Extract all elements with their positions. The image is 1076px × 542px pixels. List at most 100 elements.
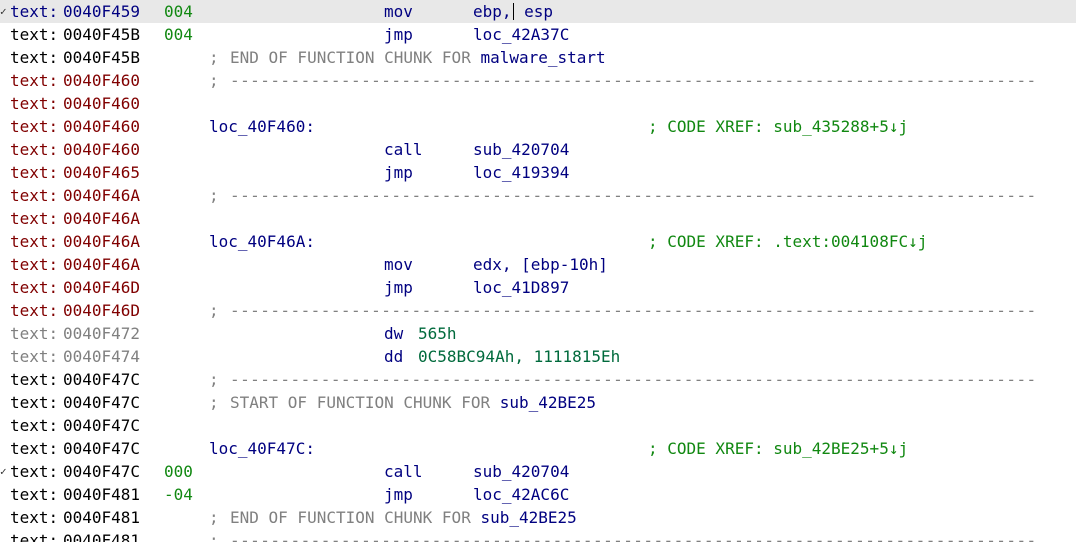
instruction-mnemonic[interactable]: mov	[384, 253, 413, 276]
line-address[interactable]: 0040F46D	[63, 276, 140, 299]
line-address[interactable]: 0040F45B	[63, 46, 140, 69]
listing-line[interactable]: text: 0040F46A	[0, 207, 1076, 230]
listing-line[interactable]: ✓ text: 0040F47C 000 call sub_420704	[0, 460, 1076, 483]
segment-name: text:	[10, 531, 59, 542]
instruction-operands[interactable]: sub_420704	[473, 460, 569, 483]
separator-line: ----------------------------------------…	[230, 370, 1037, 389]
line-address[interactable]: 0040F460	[63, 115, 140, 138]
instruction-mnemonic[interactable]: dw	[384, 322, 403, 345]
data-operands[interactable]: 0C58BC94Ah, 1111815Eh	[418, 345, 620, 368]
segment-name: text:	[10, 2, 59, 21]
instruction-mnemonic[interactable]: jmp	[384, 483, 413, 506]
comment-marker: ;	[209, 186, 219, 205]
line-address[interactable]: 0040F460	[63, 138, 140, 161]
function-name-link[interactable]: sub_42BE25	[500, 393, 596, 412]
segment-name: text:	[10, 439, 59, 458]
listing-line[interactable]: text: 0040F47C; --------------------------…	[0, 368, 1076, 391]
instruction-operands[interactable]: edx, [ebp-10h]	[473, 253, 608, 276]
segment-name: text:	[10, 301, 59, 320]
line-address[interactable]: 0040F46A	[63, 253, 140, 276]
line-address[interactable]: 0040F465	[63, 161, 140, 184]
listing-line[interactable]: text: 0040F46D jmp loc_41D897	[0, 276, 1076, 299]
code-xref-comment[interactable]: ; CODE XREF: sub_42BE25+5↓j	[648, 437, 908, 460]
instruction-mnemonic[interactable]: jmp	[384, 23, 413, 46]
instruction-mnemonic[interactable]: jmp	[384, 161, 413, 184]
line-address[interactable]: 0040F47C	[63, 460, 140, 483]
comment-marker: ;	[209, 301, 219, 320]
listing-line[interactable]: text: 0040F47C loc_40F47C: ; CODE XREF: sub…	[0, 437, 1076, 460]
code-xref-comment[interactable]: ; CODE XREF: .text:004108FC↓j	[648, 230, 927, 253]
segment-name: text:	[10, 393, 59, 412]
line-address[interactable]: 0040F46D	[63, 299, 140, 322]
disassembly-listing[interactable]: ✓ text: 0040F459 004 mov ebp, esp text: 0040F45…	[0, 0, 1076, 542]
segment-name: text:	[10, 163, 59, 182]
line-address[interactable]: 0040F47C	[63, 437, 140, 460]
operand-text[interactable]: esp	[515, 2, 553, 21]
listing-line[interactable]: text: 0040F47C; START OF FUNCTION CHUNK FO…	[0, 391, 1076, 414]
instruction-mnemonic[interactable]: mov	[384, 0, 413, 23]
listing-line[interactable]: text: 0040F465 jmp loc_419394	[0, 161, 1076, 184]
function-name-link[interactable]: sub_42BE25	[480, 508, 576, 527]
line-address[interactable]: 0040F47C	[63, 391, 140, 414]
listing-line[interactable]: text: 0040F472 dw 565h	[0, 322, 1076, 345]
line-address[interactable]: 0040F46A	[63, 230, 140, 253]
line-address[interactable]: 0040F460	[63, 92, 140, 115]
listing-line[interactable]: text: 0040F46A loc_40F46A: ; CODE XREF: .te…	[0, 230, 1076, 253]
listing-line[interactable]: text: 0040F45B; END OF FUNCTION CHUNK FOR …	[0, 46, 1076, 69]
instruction-mnemonic[interactable]: call	[384, 138, 423, 161]
instruction-operands[interactable]: sub_420704	[473, 138, 569, 161]
instruction-operands[interactable]: ebp, esp	[473, 0, 553, 23]
line-address[interactable]: 0040F45B	[63, 23, 140, 46]
line-address[interactable]: 0040F474	[63, 345, 140, 368]
segment-name: text:	[10, 324, 59, 343]
code-xref-comment[interactable]: ; CODE XREF: sub_435288+5↓j	[648, 115, 908, 138]
line-address[interactable]: 0040F460	[63, 69, 140, 92]
listing-line[interactable]: text: 0040F474 dd 0C58BC94Ah, 1111815Eh	[0, 345, 1076, 368]
instruction-mnemonic[interactable]: dd	[384, 345, 403, 368]
segment-name: text:	[10, 94, 59, 113]
line-address[interactable]: 0040F481	[63, 529, 140, 542]
function-name-link[interactable]: malware_start	[480, 48, 605, 67]
listing-line[interactable]: text: 0040F481 -04 jmp loc_42AC6C	[0, 483, 1076, 506]
line-address[interactable]: 0040F46A	[63, 207, 140, 230]
listing-line[interactable]: text: 0040F47C	[0, 414, 1076, 437]
instruction-operands[interactable]: loc_42A37C	[473, 23, 569, 46]
listing-line[interactable]: text: 0040F460 loc_40F460: ; CODE XREF: sub…	[0, 115, 1076, 138]
line-address[interactable]: 0040F481	[63, 483, 140, 506]
operand-text[interactable]: ebp,	[473, 2, 512, 21]
comment-text: END OF FUNCTION CHUNK FOR	[230, 48, 481, 67]
instruction-operands[interactable]: loc_42AC6C	[473, 483, 569, 506]
segment-name: text:	[10, 117, 59, 136]
listing-line[interactable]: text: 0040F481; --------------------------…	[0, 529, 1076, 542]
check-mark-icon: ✓	[0, 465, 7, 478]
instruction-mnemonic[interactable]: jmp	[384, 276, 413, 299]
listing-line[interactable]: text: 0040F460; --------------------------…	[0, 69, 1076, 92]
instruction-operands[interactable]: loc_41D897	[473, 276, 569, 299]
listing-line[interactable]: text: 0040F460 call sub_420704	[0, 138, 1076, 161]
listing-line[interactable]: text: 0040F46D; --------------------------…	[0, 299, 1076, 322]
listing-line[interactable]: text: 0040F46A mov edx, [ebp-10h]	[0, 253, 1076, 276]
line-address[interactable]: 0040F47C	[63, 368, 140, 391]
listing-line[interactable]: text: 0040F460	[0, 92, 1076, 115]
stack-pointer-delta: 004	[164, 2, 193, 21]
line-address[interactable]: 0040F47C	[63, 414, 140, 437]
code-label[interactable]: loc_40F46A:	[209, 230, 315, 253]
line-address[interactable]: 0040F459	[63, 0, 140, 23]
stack-pointer-delta: -04	[164, 485, 193, 504]
line-address[interactable]: 0040F481	[63, 506, 140, 529]
line-address[interactable]: 0040F472	[63, 322, 140, 345]
code-label[interactable]: loc_40F460:	[209, 115, 315, 138]
listing-line[interactable]: text: 0040F46A; --------------------------…	[0, 184, 1076, 207]
text-cursor	[512, 3, 514, 20]
instruction-mnemonic[interactable]: call	[384, 460, 423, 483]
segment-name: text:	[10, 255, 59, 274]
listing-line[interactable]: text: 0040F45B 004 jmp loc_42A37C	[0, 23, 1076, 46]
function-chunk-comment: END OF FUNCTION CHUNK FOR sub_42BE25	[230, 506, 577, 529]
code-label[interactable]: loc_40F47C:	[209, 437, 315, 460]
comment-marker: ;	[209, 393, 219, 412]
listing-line[interactable]: text: 0040F481; END OF FUNCTION CHUNK FOR …	[0, 506, 1076, 529]
listing-line[interactable]: ✓ text: 0040F459 004 mov ebp, esp	[0, 0, 1076, 23]
data-operands[interactable]: 565h	[418, 322, 457, 345]
instruction-operands[interactable]: loc_419394	[473, 161, 569, 184]
line-address[interactable]: 0040F46A	[63, 184, 140, 207]
